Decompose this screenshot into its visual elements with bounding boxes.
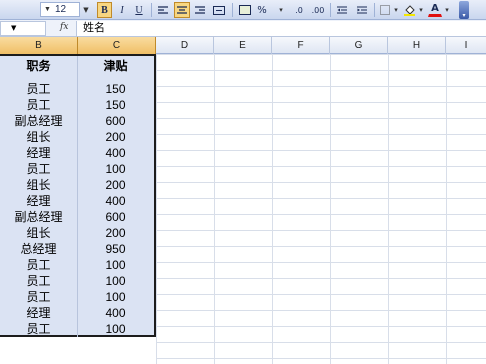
align-left-icon[interactable] [156, 2, 170, 18]
font-color-button[interactable]: A [428, 2, 442, 17]
fill-color-dropdown-icon[interactable]: ▾ [418, 2, 424, 18]
position-cell[interactable]: 副总经理 [0, 209, 77, 225]
merge-center-icon[interactable] [211, 2, 227, 18]
selected-range[interactable]: 职务 津贴 员工 150 员工 150 副总经理 600 组长 200 经理 4… [0, 54, 156, 337]
position-cell[interactable]: 员工 [0, 321, 77, 337]
allowance-cell[interactable]: 150 [77, 97, 154, 113]
font-size-value: 12 [55, 4, 67, 15]
table-row: 员工 150 [0, 97, 154, 113]
name-box[interactable]: ▼ [0, 21, 46, 36]
table-row: 副总经理 600 [0, 209, 154, 225]
allowance-cell[interactable]: 100 [77, 321, 154, 337]
position-cell[interactable]: 组长 [0, 177, 77, 193]
column-headers: B C D E F G H I [0, 37, 486, 54]
name-box-dropdown-icon[interactable]: ▼ [11, 24, 16, 32]
table-header-row: 职务 津贴 [0, 56, 154, 76]
position-cell[interactable]: 员工 [0, 289, 77, 305]
table-row: 副总经理 600 [0, 113, 154, 129]
currency-icon[interactable] [237, 2, 253, 18]
align-right-icon[interactable] [193, 2, 207, 18]
allowance-cell[interactable]: 100 [77, 289, 154, 305]
allowance-cell[interactable]: 200 [77, 225, 154, 241]
column-header-b[interactable]: B [0, 37, 78, 54]
allowance-cell[interactable]: 150 [77, 81, 154, 97]
column-header-i[interactable]: I [446, 37, 486, 54]
allowance-cell[interactable]: 100 [77, 161, 154, 177]
increase-indent-icon[interactable] [354, 2, 370, 18]
column-header-h[interactable]: H [388, 37, 446, 54]
column-header-f[interactable]: F [272, 37, 330, 54]
position-cell[interactable]: 经理 [0, 145, 77, 161]
insert-function-icon[interactable]: fx [60, 22, 68, 32]
column-header-d[interactable]: D [156, 37, 214, 54]
align-center-icon[interactable] [174, 2, 190, 18]
formula-input[interactable]: 姓名 [76, 21, 486, 36]
position-cell[interactable]: 员工 [0, 97, 77, 113]
borders-icon[interactable] [378, 2, 392, 18]
header-cell-allowance[interactable]: 津贴 [77, 56, 154, 76]
column-header-e[interactable]: E [214, 37, 272, 54]
more-number-format-icon[interactable]: ▾ [277, 2, 285, 18]
underline-button[interactable]: U [132, 2, 146, 18]
position-cell[interactable]: 员工 [0, 81, 77, 97]
position-cell[interactable]: 员工 [0, 257, 77, 273]
font-color-dropdown-icon[interactable]: ▾ [444, 2, 450, 18]
allowance-cell[interactable]: 200 [77, 129, 154, 145]
table-row: 总经理 950 [0, 241, 154, 257]
table-row: 经理 400 [0, 145, 154, 161]
header-cell-position[interactable]: 职务 [0, 56, 77, 76]
position-cell[interactable]: 经理 [0, 193, 77, 209]
allowance-cell[interactable]: 950 [77, 241, 154, 257]
allowance-cell[interactable]: 600 [77, 209, 154, 225]
table-row: 组长 200 [0, 177, 154, 193]
position-cell[interactable]: 组长 [0, 129, 77, 145]
allowance-cell[interactable]: 400 [77, 305, 154, 321]
worksheet-grid[interactable]: 职务 津贴 员工 150 员工 150 副总经理 600 组长 200 经理 4… [0, 54, 486, 364]
allowance-cell[interactable]: 100 [77, 273, 154, 289]
italic-button[interactable]: I [115, 2, 129, 18]
formula-bar: ▼ fx 姓名 [0, 20, 486, 37]
bold-button[interactable]: B [97, 2, 112, 18]
table-row: 组长 200 [0, 225, 154, 241]
table-row: 经理 400 [0, 305, 154, 321]
table-row: 员工 100 [0, 273, 154, 289]
decrease-decimal-icon[interactable]: .00 [310, 2, 326, 18]
decrease-indent-icon[interactable] [334, 2, 350, 18]
percent-button[interactable]: % [256, 2, 268, 18]
column-header-g[interactable]: G [330, 37, 388, 54]
font-size-dropdown-icon: ▼ [44, 6, 51, 13]
table-row: 员工 100 [0, 257, 154, 273]
position-cell[interactable]: 组长 [0, 225, 77, 241]
column-header-c[interactable]: C [78, 37, 156, 54]
table-row: 经理 400 [0, 193, 154, 209]
table-row: 组长 200 [0, 129, 154, 145]
position-cell[interactable]: 员工 [0, 273, 77, 289]
increase-decimal-icon[interactable]: .0 [291, 2, 307, 18]
position-cell[interactable]: 总经理 [0, 241, 77, 257]
table-row: 员工 100 [0, 161, 154, 177]
toolbar-options-icon[interactable]: ▾ [459, 1, 469, 19]
font-size-arrow-icon[interactable]: ▼ [82, 2, 90, 18]
allowance-cell[interactable]: 400 [77, 145, 154, 161]
position-cell[interactable]: 员工 [0, 161, 77, 177]
allowance-cell[interactable]: 400 [77, 193, 154, 209]
table-row: 员工 100 [0, 289, 154, 305]
font-size-box[interactable]: ▼ 12 [40, 2, 80, 17]
position-cell[interactable]: 副总经理 [0, 113, 77, 129]
fill-color-icon[interactable] [402, 2, 416, 18]
allowance-cell[interactable]: 600 [77, 113, 154, 129]
table-row: 员工 100 [0, 321, 154, 337]
formatting-toolbar: ▼ 12 ▼ B I U % ▾ .0 .00 ▾ ▾ A ▾ ▾ [0, 0, 486, 20]
allowance-cell[interactable]: 200 [77, 177, 154, 193]
allowance-cell[interactable]: 100 [77, 257, 154, 273]
table-row: 员工 150 [0, 81, 154, 97]
borders-dropdown-icon[interactable]: ▾ [393, 2, 399, 18]
position-cell[interactable]: 经理 [0, 305, 77, 321]
